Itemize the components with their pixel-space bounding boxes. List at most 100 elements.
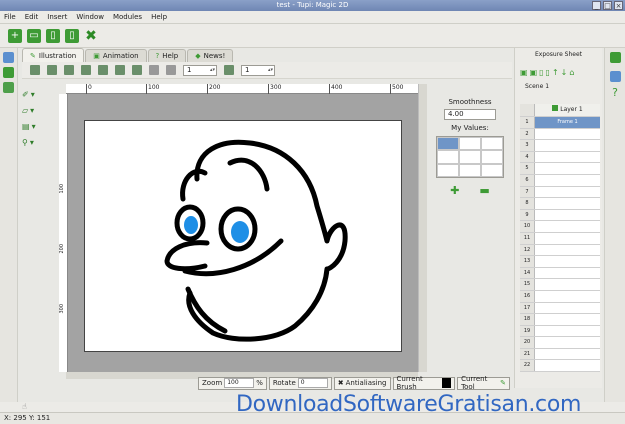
left-eye-pupil — [184, 216, 198, 234]
save-icon[interactable]: ▯ — [65, 28, 79, 43]
exposure-sheet-icon[interactable] — [609, 52, 621, 63]
value-cell[interactable] — [481, 163, 503, 177]
minimize-button[interactable]: _ — [592, 1, 601, 10]
menu-edit[interactable]: Edit — [25, 13, 39, 21]
bring-front-icon[interactable] — [149, 65, 159, 75]
frame-cell[interactable]: Frame 1 — [535, 117, 600, 128]
brush-tool[interactable]: ✐ ▾ — [22, 86, 46, 102]
frame-cell[interactable] — [535, 256, 600, 267]
fill-tool[interactable]: ▤ ▾ — [22, 118, 46, 134]
library-icon[interactable] — [3, 82, 14, 93]
frame-cell[interactable] — [535, 198, 600, 209]
rotate-select[interactable]: 0 — [297, 378, 328, 388]
hand-icon[interactable]: ☝ — [22, 402, 27, 411]
ruler-tick: 200 — [207, 84, 220, 94]
open-folder-icon[interactable]: ▭ — [27, 28, 41, 43]
frame-cell[interactable] — [535, 151, 600, 163]
smoothness-input[interactable]: 4.00 — [444, 109, 496, 120]
frames-spinner[interactable]: 1 — [241, 64, 275, 76]
insert-frame-icon[interactable]: ▯ — [539, 68, 543, 77]
antialiasing-toggle[interactable]: ✖ Antialiasing — [333, 376, 391, 390]
frame-cell[interactable] — [535, 128, 600, 140]
frame-cell[interactable] — [535, 325, 600, 337]
drawing-paper[interactable] — [84, 120, 402, 352]
zoom-select[interactable]: 100 — [224, 378, 255, 388]
menu-window[interactable]: Window — [76, 13, 104, 21]
scene-label[interactable]: Scene 1 — [515, 83, 602, 90]
value-cell[interactable] — [459, 137, 481, 151]
frame-cell[interactable] — [535, 302, 600, 314]
maximize-button[interactable]: □ — [603, 1, 612, 10]
value-cell[interactable] — [437, 163, 459, 177]
close-button[interactable]: × — [614, 1, 623, 10]
frame-cell[interactable] — [535, 221, 600, 232]
color-palette-icon[interactable] — [3, 52, 14, 63]
tab-animation[interactable]: ▣ Animation — [85, 49, 147, 62]
frame-cell[interactable] — [535, 314, 600, 325]
menu-insert[interactable]: Insert — [47, 13, 67, 21]
canvas-vertical-scrollbar[interactable] — [418, 84, 427, 372]
frame-cell[interactable] — [535, 337, 600, 348]
frame-cell[interactable] — [535, 279, 600, 290]
tab-help[interactable]: ? Help — [147, 49, 187, 62]
pen-tool-icon[interactable] — [30, 65, 40, 75]
tab-news[interactable]: ◆ News! — [187, 49, 234, 62]
layer-visibility-icon[interactable] — [552, 105, 559, 111]
plus-icon[interactable]: ✚ — [450, 184, 459, 197]
exposure-row: 6 — [520, 174, 600, 187]
tab-illustration[interactable]: ✎ Illustration — [22, 48, 85, 62]
layers-icon[interactable] — [224, 65, 234, 75]
paste-frame-icon[interactable] — [81, 65, 91, 75]
right-side-strip: ? — [604, 48, 625, 402]
value-cell[interactable] — [481, 150, 503, 164]
onion-skin-spinner[interactable]: 1 — [183, 64, 217, 76]
new-project-icon[interactable]: + — [8, 28, 22, 43]
polyline-tool-icon[interactable] — [47, 65, 57, 75]
value-cell[interactable] — [437, 150, 459, 164]
lock-icon[interactable]: ⌂ — [569, 68, 574, 77]
frame-cell[interactable] — [535, 348, 600, 360]
add-layer-icon[interactable]: ▣ — [520, 68, 528, 77]
delete-icon[interactable] — [115, 65, 125, 75]
value-cell[interactable] — [459, 163, 481, 177]
select-tool-icon: ⚲ — [22, 137, 28, 147]
exposure-row: 7 — [520, 186, 600, 199]
value-cell[interactable] — [459, 150, 481, 164]
close-project-icon[interactable]: ✖ — [84, 28, 98, 44]
select-tool[interactable]: ⚲ ▾ — [22, 134, 46, 150]
layer-header[interactable]: Layer 1 — [535, 104, 600, 116]
frame-cell[interactable] — [535, 186, 600, 198]
copy-frame-icon[interactable] — [64, 65, 74, 75]
group-icon[interactable] — [132, 65, 142, 75]
shape-tool[interactable]: ▱ ▾ — [22, 102, 46, 118]
frame-cell[interactable] — [535, 360, 600, 372]
menu-file[interactable]: File — [4, 13, 16, 21]
frame-cell[interactable] — [535, 232, 600, 244]
menu-modules[interactable]: Modules — [113, 13, 142, 21]
remove-frame-icon[interactable]: ▯ — [546, 68, 550, 77]
value-cell[interactable] — [437, 137, 459, 151]
antialiasing-label: Antialiasing — [345, 379, 387, 387]
frame-cell[interactable] — [535, 267, 600, 279]
current-brush-box[interactable]: Current Brush — [392, 375, 456, 391]
help-icon[interactable]: ? — [605, 86, 625, 99]
current-tool-box[interactable]: Current Tool ✎ — [457, 375, 510, 391]
frame-cell[interactable] — [535, 174, 600, 186]
frame-cell[interactable] — [535, 290, 600, 302]
frame-cell[interactable] — [535, 209, 600, 221]
frame-cell[interactable] — [535, 140, 600, 151]
move-up-icon[interactable]: ↑ — [552, 68, 559, 77]
cut-icon[interactable] — [98, 65, 108, 75]
minus-icon[interactable]: ▬ — [479, 184, 489, 197]
brush-icon[interactable] — [3, 67, 14, 78]
open-file-icon[interactable]: ▯ — [46, 28, 60, 43]
values-grid[interactable] — [436, 136, 504, 178]
frame-cell[interactable] — [535, 244, 600, 256]
move-down-icon[interactable]: ↓ — [561, 68, 568, 77]
send-back-icon[interactable] — [166, 65, 176, 75]
scenes-icon[interactable] — [609, 71, 621, 82]
menu-help[interactable]: Help — [151, 13, 167, 21]
remove-layer-icon[interactable]: ▣ — [530, 68, 538, 77]
value-cell[interactable] — [481, 137, 503, 151]
frame-cell[interactable] — [535, 163, 600, 174]
